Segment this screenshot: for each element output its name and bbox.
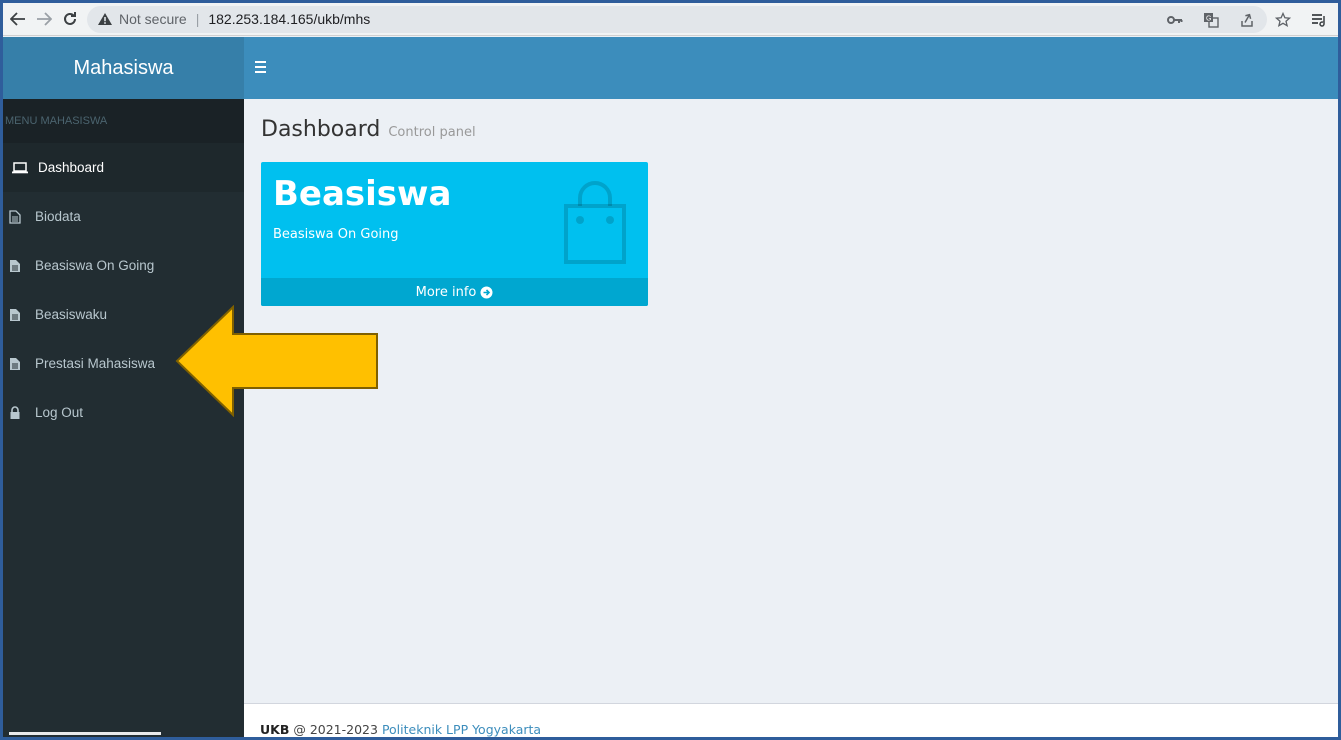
sidebar-item-label: Biodata <box>35 209 81 224</box>
beasiswa-info-box: Beasiswa Beasiswa On Going More info <box>261 162 648 306</box>
page-header: Dashboard Control panel <box>261 117 476 142</box>
status-strip <box>9 732 161 735</box>
sidebar-item-label: Beasiswa On Going <box>35 258 155 273</box>
key-icon[interactable] <box>1166 11 1184 29</box>
laptop-icon <box>12 160 32 176</box>
file-text-icon <box>9 258 29 274</box>
sidebar-item-dashboard[interactable]: Dashboard <box>3 143 244 192</box>
footer-link[interactable]: Politeknik LPP Yogyakarta <box>382 722 541 737</box>
forward-arrow-icon[interactable] <box>31 6 57 32</box>
more-info-label: More info <box>415 284 477 300</box>
address-bar[interactable]: Not secure | 182.253.184.165/ukb/mhs <box>87 5 1267 33</box>
warning-icon[interactable] <box>97 11 113 27</box>
shopping-bag-icon <box>560 176 630 266</box>
sidebar-menu-header: MENU MAHASISWA <box>3 99 244 143</box>
sidebar-item-label: Beasiswaku <box>35 307 108 322</box>
file-text-icon <box>9 356 29 372</box>
translate-icon[interactable]: G <box>1202 11 1220 29</box>
sidebar-toggle-icon[interactable] <box>255 57 273 77</box>
file-text-o-icon <box>9 209 29 225</box>
app-header: Mahasiswa <box>3 37 1338 99</box>
star-icon[interactable] <box>1274 11 1292 29</box>
page-subtitle: Control panel <box>388 125 476 140</box>
url-separator: | <box>195 11 200 27</box>
page-title: Dashboard <box>261 117 381 142</box>
content-wrapper: Dashboard Control panel Beasiswa Beasisw… <box>244 99 1338 703</box>
footer-brand: UKB <box>260 722 290 737</box>
app-logo[interactable]: Mahasiswa <box>3 37 244 99</box>
footer-text: @ 2021-2023 <box>289 722 382 737</box>
browser-toolbar: Not secure | 182.253.184.165/ukb/mhs G <box>3 3 1338 36</box>
file-text-icon <box>9 307 29 323</box>
share-icon[interactable] <box>1238 11 1256 29</box>
sidebar-item-biodata[interactable]: Biodata <box>3 192 244 241</box>
security-label[interactable]: Not secure <box>119 11 187 27</box>
reload-icon[interactable] <box>57 6 83 32</box>
annotation-arrow-icon <box>175 304 381 421</box>
arrow-circle-right-icon <box>480 286 493 299</box>
lock-icon <box>9 405 29 421</box>
reading-list-icon[interactable] <box>1310 11 1328 29</box>
screenshot-frame: Not secure | 182.253.184.165/ukb/mhs G M… <box>0 0 1341 740</box>
back-arrow-icon[interactable] <box>5 6 31 32</box>
sidebar-item-beasiswa-on-going[interactable]: Beasiswa On Going <box>3 241 244 290</box>
sidebar-item-label: Prestasi Mahasiswa <box>35 356 156 371</box>
sidebar-item-label: Dashboard <box>38 160 105 175</box>
sidebar-item-label: Log Out <box>35 405 84 420</box>
main-footer: UKB @ 2021-2023 Politeknik LPP Yogyakart… <box>244 703 1338 737</box>
browser-actions: G <box>1166 3 1332 36</box>
more-info-link[interactable]: More info <box>261 278 648 306</box>
svg-text:G: G <box>1206 15 1211 22</box>
url-text[interactable]: 182.253.184.165/ukb/mhs <box>208 11 370 27</box>
